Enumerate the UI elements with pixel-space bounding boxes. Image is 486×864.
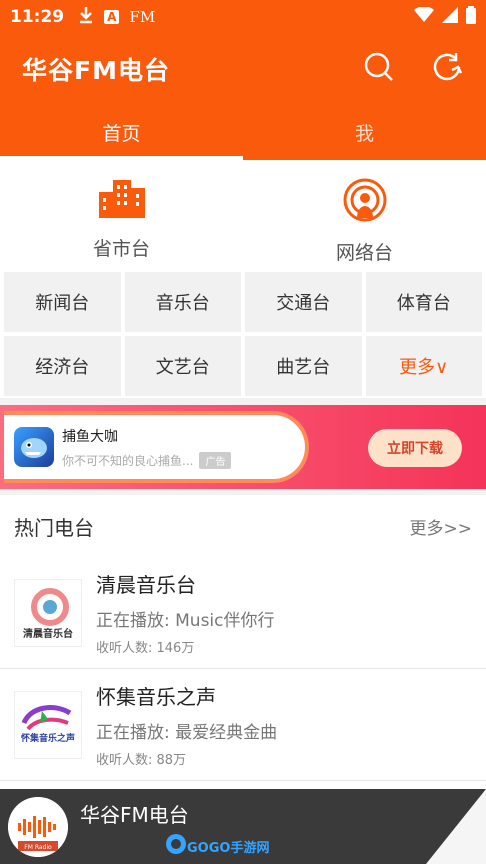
refresh-icon <box>430 50 464 88</box>
station-name: 清晨音乐台 <box>96 573 196 597</box>
station-listeners: 收听人数: 88万 <box>96 753 187 768</box>
app-title: 华谷FM电台 <box>22 56 170 85</box>
signal-icon <box>442 6 458 28</box>
category-label: 网络台 <box>335 242 393 264</box>
ad-tag: 广告 <box>199 451 232 469</box>
watermark: GOGO手游网 <box>165 833 269 859</box>
station-now-playing: 正在播放: 最爱经典金曲 <box>96 723 278 743</box>
download-icon <box>78 6 94 28</box>
station-row[interactable]: 怀集音乐之声 怀集音乐之声 正在播放: 最爱经典金曲 收听人数: 88万 <box>0 669 486 781</box>
wifi-icon <box>414 5 434 28</box>
grid-item-traffic[interactable]: 交通台 <box>245 272 362 332</box>
ad-download-button[interactable]: 立即下载 <box>368 429 462 467</box>
player-corner-decoration <box>426 789 486 864</box>
player-title: 华谷FM电台 <box>80 803 189 827</box>
refresh-button[interactable] <box>430 52 464 86</box>
category-section: 省市台 网络台 <box>0 160 486 270</box>
fm-status-icon: FM <box>129 8 156 26</box>
category-provincial[interactable]: 省市台 <box>0 160 243 270</box>
station-now-playing: 正在播放: Music伴你行 <box>96 611 275 631</box>
grid-item-music[interactable]: 音乐台 <box>124 272 241 332</box>
grid-item-sports[interactable]: 体育台 <box>365 272 482 332</box>
ad-subtitle: 你不可不知的良心捕鱼... <box>62 453 194 468</box>
tab-home[interactable]: 首页 <box>0 104 243 160</box>
hot-stations-more-link[interactable]: 更多>> <box>410 514 473 539</box>
station-row[interactable]: 清晨音乐台 清晨音乐台 正在播放: Music伴你行 收听人数: 146万 <box>0 557 486 669</box>
hot-stations-title: 热门电台 <box>14 515 94 540</box>
watermark-text: GOGO手游网 <box>187 840 270 856</box>
ad-card: 捕鱼大咖 你不可不知的良心捕鱼... 广告 <box>4 411 309 483</box>
station-logo: 怀集音乐之声 <box>14 690 82 759</box>
status-time: 11:29 <box>10 7 65 27</box>
ad-banner[interactable]: 捕鱼大咖 你不可不知的良心捕鱼... 广告 立即下载 <box>0 405 486 489</box>
hot-stations-section: 热门电台 更多>> 清晨音乐台 清晨音乐台 正在播放: Music伴你行 收听人… <box>0 495 486 795</box>
station-name: 怀集音乐之声 <box>96 685 216 709</box>
grid-item-arts[interactable]: 文艺台 <box>124 336 241 396</box>
player-avatar-text: FM Radio <box>24 844 52 851</box>
player-avatar: FM Radio <box>8 796 68 857</box>
top-bar: 11:29 A FM 华谷FM电台 首页 我 <box>0 0 486 160</box>
grid-item-economy[interactable]: 经济台 <box>4 336 121 396</box>
broadcast-icon <box>343 178 387 226</box>
grid-item-folk-arts[interactable]: 曲艺台 <box>245 336 362 396</box>
ad-game-logo <box>14 427 54 467</box>
grid-item-more[interactable]: 更多∨ <box>365 336 482 396</box>
a-icon: A <box>104 10 120 24</box>
search-button[interactable] <box>362 52 396 86</box>
category-network[interactable]: 网络台 <box>243 160 486 270</box>
main-tabs: 首页 我 <box>0 104 486 160</box>
building-icon <box>98 178 145 222</box>
grid-item-news[interactable]: 新闻台 <box>4 272 121 332</box>
battery-icon <box>466 5 476 29</box>
station-logo: 清晨音乐台 <box>14 578 82 647</box>
search-icon <box>363 51 395 87</box>
status-bar: 11:29 A FM <box>0 0 486 34</box>
mini-player[interactable]: FM Radio 华谷FM电台 GOGO手游网 <box>0 789 486 864</box>
app-bar: 华谷FM电台 <box>0 34 486 104</box>
station-type-grid: 新闻台 音乐台 交通台 体育台 经济台 文艺台 曲艺台 更多∨ <box>0 270 486 398</box>
ad-title: 捕鱼大咖 <box>62 428 118 445</box>
station-logo-text: 怀集音乐之声 <box>21 732 75 744</box>
category-label: 省市台 <box>92 238 150 260</box>
watermark-logo-icon <box>165 833 187 859</box>
station-listeners: 收听人数: 146万 <box>96 641 195 656</box>
tab-me[interactable]: 我 <box>243 104 486 160</box>
station-logo-text: 清晨音乐台 <box>23 627 73 640</box>
